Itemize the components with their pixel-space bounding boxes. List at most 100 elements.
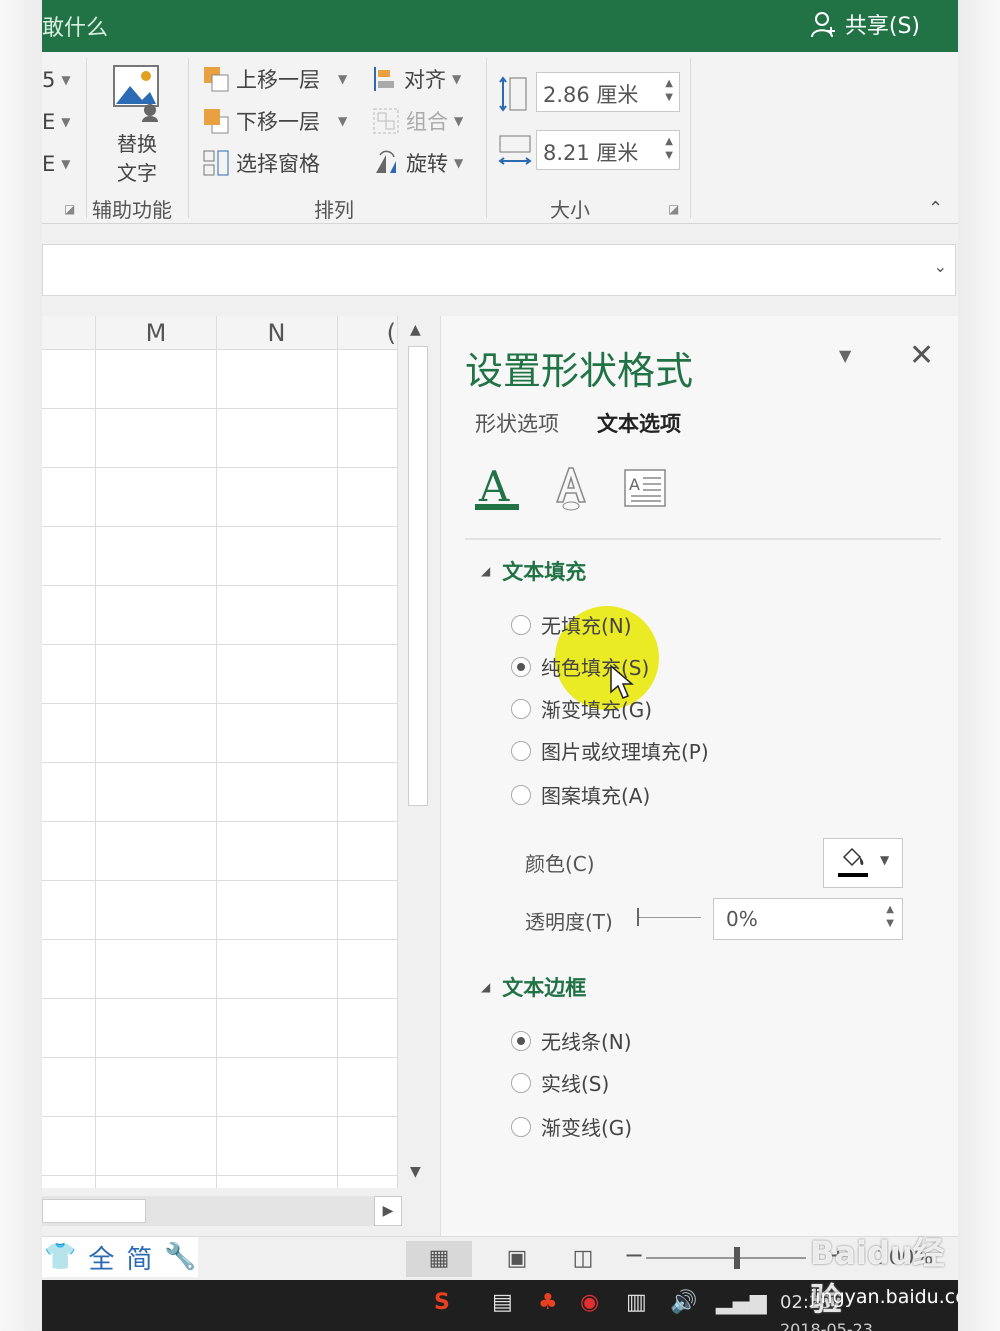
column-header-n[interactable]: N [216, 316, 337, 350]
close-icon[interactable]: ✕ [909, 338, 934, 373]
bring-forward-button[interactable]: 上移一层 ▼ [202, 64, 347, 94]
zoom-out-button[interactable]: − [624, 1241, 644, 1269]
bring-forward-label: 上移一层 [236, 68, 320, 92]
scroll-thumb[interactable] [42, 1199, 146, 1223]
wrench-icon[interactable]: 🔧 [164, 1242, 196, 1272]
collapse-triangle-icon: ◢ [481, 980, 491, 994]
dialog-launcher-icon[interactable]: ◪ [64, 202, 75, 216]
text-outline-section-header[interactable]: ◢ 文本边框 [481, 972, 586, 1002]
transparency-input[interactable]: 0% ▲ ▼ [713, 898, 903, 940]
send-backward-button[interactable]: 下移一层 ▼ [202, 106, 347, 136]
collapse-ribbon-icon[interactable]: ⌃ [928, 198, 943, 219]
vertical-scrollbar[interactable]: ▲ ▼ [404, 316, 432, 1188]
share-button[interactable]: 共享(S) [809, 8, 920, 40]
outline-option-solid[interactable]: 实线(S) [511, 1068, 609, 1097]
rotate-icon [376, 150, 396, 173]
share-label: 共享(S) [844, 14, 920, 39]
radio-button[interactable] [511, 784, 531, 805]
svg-text:A: A [629, 475, 640, 494]
taskbar-date[interactable]: 2018-05-23 [780, 1320, 873, 1331]
tab-shape-options[interactable]: 形状选项 [475, 408, 559, 438]
horizontal-scrollbar[interactable]: ▶ [42, 1196, 402, 1226]
title-bar: 敢什么 共享(S) [42, 0, 958, 52]
width-spinner[interactable]: ▲ ▼ [665, 135, 673, 163]
shirt-icon[interactable]: 👕 [44, 1242, 76, 1272]
fill-option-none[interactable]: 无填充(N) [511, 610, 632, 639]
outline-option-none[interactable]: 无线条(N) [511, 1026, 632, 1055]
scroll-up-icon[interactable]: ▲ [410, 322, 421, 338]
sogou-ime-icon[interactable]: S [434, 1290, 450, 1315]
formula-bar[interactable]: ⌄ [42, 244, 956, 296]
group-separator [188, 58, 189, 218]
scroll-thumb[interactable] [408, 346, 428, 806]
chevron-down-icon: ▼ [338, 72, 348, 86]
group-separator [486, 58, 487, 218]
transparency-slider[interactable] [637, 917, 701, 918]
replace-text-button[interactable]: 替换 文字 [104, 64, 170, 185]
ime-simplified[interactable]: 简 [126, 1239, 152, 1276]
tab-text-options[interactable]: 文本选项 [597, 408, 681, 438]
picture-icon [113, 65, 159, 122]
outline-option-gradient[interactable]: 渐变线(G) [511, 1112, 632, 1141]
height-spinner[interactable]: ▲ ▼ [665, 77, 673, 105]
keyboard-icon[interactable]: ▤ [492, 1290, 513, 1315]
volume-icon[interactable]: 🔊 [670, 1290, 697, 1315]
ribbon-clipped-item-3[interactable]: E ▼ [42, 152, 71, 176]
ribbon-clipped-item-1[interactable]: 5 ▼ [42, 68, 71, 92]
width-input[interactable]: 8.21 厘米 ▲ ▼ [536, 130, 680, 170]
chevron-down-icon: ▼ [452, 72, 462, 86]
ime-fullwidth[interactable]: 全 [88, 1239, 114, 1276]
group-separator [690, 58, 691, 218]
text-outline-icon[interactable] [553, 462, 589, 512]
fill-option-pattern[interactable]: 图案填充(A) [511, 780, 650, 809]
radio-button[interactable] [511, 740, 531, 761]
radio-button[interactable] [511, 698, 531, 719]
radio-button[interactable] [511, 1116, 531, 1137]
color-label: 颜色(C) [525, 852, 595, 876]
selected-tab-indicator [475, 504, 519, 510]
ime-toolbar: 👕 全 简 🔧 [42, 1237, 198, 1277]
zoom-slider-handle[interactable] [734, 1247, 740, 1269]
radio-button[interactable] [511, 1072, 531, 1093]
worksheet-grid[interactable]: M N ( [42, 316, 398, 1188]
scroll-right-icon[interactable]: ▶ [374, 1196, 402, 1226]
column-header-clipped[interactable] [42, 316, 96, 350]
zoom-slider[interactable] [646, 1257, 806, 1259]
ribbon: 5 ▼ E ▼ E ▼ ◪ 替换 文字 辅助功能 上移一层 ▼ 下移一层 ▼ 选… [42, 52, 958, 224]
tray-app-icon[interactable]: ♣ [538, 1290, 558, 1315]
radio-button[interactable] [511, 656, 531, 677]
height-input[interactable]: 2.86 厘米 ▲ ▼ [536, 72, 680, 112]
group-button[interactable]: 组合 ▼ [372, 106, 463, 136]
transparency-slider-handle[interactable] [637, 908, 639, 926]
selection-pane-button[interactable]: 选择窗格 [202, 148, 320, 178]
transparency-label: 透明度(T) [525, 910, 613, 934]
rotate-button[interactable]: 旋转 ▼ [372, 148, 463, 178]
scroll-down-icon[interactable]: ▼ [410, 1164, 421, 1180]
page-layout-view-button[interactable]: ▣ [492, 1241, 542, 1277]
text-box-icon[interactable]: A [623, 468, 667, 518]
expand-formula-bar-icon[interactable]: ⌄ [934, 257, 947, 276]
radio-button[interactable] [511, 614, 531, 635]
network-signal-icon[interactable]: ▂▄▆ [716, 1290, 767, 1315]
group-icon [373, 108, 399, 134]
clipboard-icon[interactable]: ▥ [626, 1290, 647, 1315]
text-fill-section-header[interactable]: ◢ 文本填充 [481, 556, 586, 586]
record-icon[interactable]: ◉ [580, 1290, 599, 1315]
page-break-view-button[interactable]: ◫ [558, 1241, 608, 1277]
column-header-m[interactable]: M [96, 316, 216, 350]
color-swatch [838, 873, 868, 877]
ribbon-clipped-item-2[interactable]: E ▼ [42, 110, 71, 134]
column-header-o[interactable]: ( [337, 316, 398, 350]
align-button[interactable]: 对齐 ▼ [372, 64, 461, 94]
fill-option-picture[interactable]: 图片或纹理填充(P) [511, 736, 709, 765]
chevron-down-icon: ▼ [880, 853, 890, 867]
pane-options-icon[interactable]: ▼ [839, 346, 851, 365]
radio-button[interactable] [511, 1030, 531, 1051]
normal-view-button[interactable]: ▦ [406, 1241, 472, 1277]
dialog-launcher-icon[interactable]: ◪ [668, 202, 679, 216]
send-backward-label: 下移一层 [236, 110, 320, 134]
tell-me-box[interactable]: 敢什么 [42, 10, 108, 42]
group-separator [86, 58, 87, 218]
transparency-spinner[interactable]: ▲ ▼ [886, 903, 894, 931]
color-picker-button[interactable]: ▼ [823, 838, 903, 888]
